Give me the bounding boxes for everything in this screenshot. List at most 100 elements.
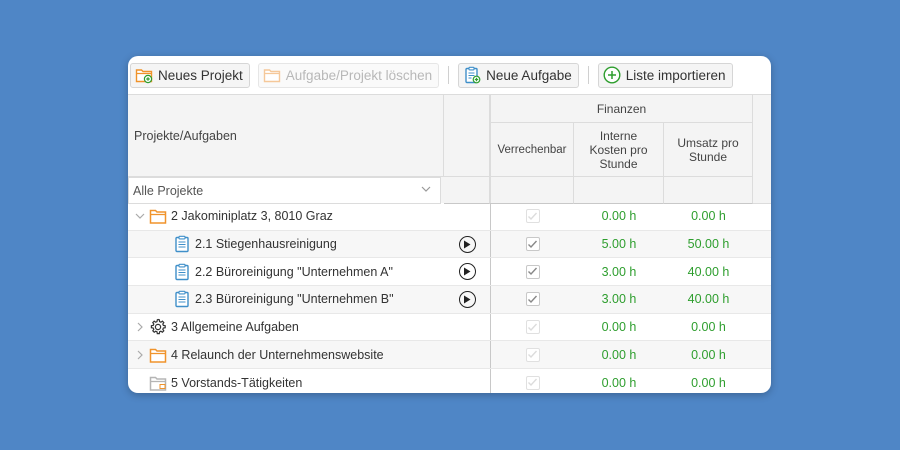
new-project-button[interactable]: Neues Projekt [130,62,250,88]
chevron-right-icon[interactable] [134,349,146,361]
clipboard-add-icon [465,66,481,84]
revenue-cell[interactable]: 50.00 h [664,231,753,258]
billable-checkbox[interactable] [525,320,540,335]
table-row[interactable]: 2.1 Stiegenhausreinigung 5.00 h 50.00 h [128,230,771,259]
table-row[interactable]: 2.3 Büroreinigung "Unternehmen B" 3.00 h… [128,286,771,314]
revenue-cell[interactable]: 40.00 h [664,258,753,285]
task-name: 2.2 Büroreinigung "Unternehmen A" [195,264,393,279]
internal-cost-cell[interactable]: 3.00 h [574,258,664,285]
table-row[interactable]: 2.2 Büroreinigung "Unternehmen A" 3.00 h… [128,258,771,287]
revenue-column-title: Umsatz pro Stunde [677,136,738,164]
projects-column-header[interactable]: Projekte/Aufgaben [128,95,444,177]
revenue-title-line1: Umsatz pro [677,135,739,150]
project-filter-select[interactable]: Alle Projekte [128,177,441,204]
internal-cost-cell[interactable]: 0.00 h [574,314,664,341]
revenue-cell[interactable]: 0.00 h [664,369,753,393]
project-filter-value: Alle Projekte [133,183,204,198]
gear-icon [150,318,166,335]
play-triangle [464,240,471,249]
billable-column-header[interactable]: Verrechenbar [491,123,574,177]
folder-add-icon [135,69,153,84]
project-list-panel: Neues Projekt Aufgabe/Projekt löschen Ne… [128,56,771,393]
task-name-cell: 2.3 Büroreinigung "Unternehmen B" [128,286,444,313]
filter-cell-revenue[interactable] [664,177,753,204]
internal-cost-title-line3: Stunde [599,156,638,171]
project-name: 2 Jakominiplatz 3, 8010 Graz [171,209,333,224]
internal-cost-title-line2: Kosten pro [589,142,648,157]
project-name: 4 Relaunch der Unternehmenswebsite [171,347,384,362]
project-name-cell: 3 Allgemeine Aufgaben [128,314,444,341]
play-cell [444,231,490,258]
new-task-button[interactable]: Neue Aufgabe [458,62,579,88]
filter-cell-billable[interactable] [491,177,574,204]
filter-cell-cost[interactable] [574,177,664,204]
billable-checkbox[interactable] [525,237,540,252]
billable-checkbox[interactable] [525,209,540,224]
finance-group-header: Finanzen [491,95,753,123]
revenue-cell[interactable]: 0.00 h [664,314,753,341]
play-triangle [464,295,471,304]
table-row[interactable]: 2 Jakominiplatz 3, 8010 Graz 0.00 h 0.00… [128,203,771,231]
finance-group-title: Finanzen [596,101,647,116]
checkmark-icon [528,295,538,303]
folder-open-icon [149,210,167,225]
plus-circle-icon [603,66,621,84]
delete-button[interactable]: Aufgabe/Projekt löschen [257,62,440,88]
billable-cell [491,203,574,230]
folder-icon [149,348,167,363]
internal-cost-cell[interactable]: 0.00 h [574,341,664,368]
play-cell [444,258,490,285]
revenue-cell[interactable]: 0.00 h [664,341,753,368]
task-name-cell: 2.1 Stiegenhausreinigung [128,231,444,258]
clipboard-icon [175,263,189,280]
projects-column-title: Projekte/Aufgaben [134,128,237,143]
table-row[interactable]: 3 Allgemeine Aufgaben 0.00 h 0.00 h [128,313,771,342]
billable-checkbox[interactable] [525,264,540,279]
internal-cost-cell[interactable]: 3.00 h [574,286,664,313]
revenue-cell[interactable]: 0.00 h [664,203,753,230]
toolbar: Neues Projekt Aufgabe/Projekt löschen Ne… [128,56,771,94]
billable-checkbox[interactable] [525,347,540,362]
task-name-cell: 2.2 Büroreinigung "Unternehmen A" [128,258,444,285]
internal-cost-column-header[interactable]: Interne Kosten pro Stunde [574,123,664,177]
table-row[interactable]: 5 Vorstands-Tätigkeiten 0.00 h 0.00 h [128,369,771,393]
checkmark-icon [528,267,538,276]
revenue-title-line2: Stunde [688,149,728,164]
import-list-label: Liste importieren [625,67,726,83]
delete-label: Aufgabe/Projekt löschen [285,67,433,83]
play-cell [444,286,490,313]
billable-checkbox[interactable] [525,292,540,307]
toolbar-separator [448,66,450,84]
billable-cell [491,369,574,393]
action-column-header [444,95,490,177]
billable-cell [491,314,574,341]
toolbar-separator [587,66,589,84]
billable-cell [491,341,574,368]
project-name-cell: 4 Relaunch der Unternehmenswebsite [128,341,444,368]
billable-column-title: Verrechenbar [497,143,567,156]
billable-cell [491,286,574,313]
play-triangle [464,267,471,276]
revenue-cell[interactable]: 40.00 h [664,286,753,313]
folder-archived-icon [149,376,167,391]
task-name: 2.3 Büroreinigung "Unternehmen B" [195,292,394,307]
internal-cost-cell[interactable]: 0.00 h [574,369,664,393]
checkmark-icon [528,350,538,359]
new-project-label: Neues Projekt [158,67,243,83]
billable-cell [491,258,574,285]
internal-cost-cell[interactable]: 5.00 h [574,231,664,258]
table-row[interactable]: 4 Relaunch der Unternehmenswebsite 0.00 … [128,341,771,370]
revenue-column-header[interactable]: Umsatz pro Stunde [664,123,753,177]
chevron-right-icon[interactable] [134,321,146,333]
billable-checkbox[interactable] [525,375,540,390]
clipboard-icon [175,235,189,253]
import-list-button[interactable]: Liste importieren [597,62,733,88]
header-filler [753,95,771,204]
play-icon[interactable] [458,263,476,281]
play-icon[interactable] [458,235,476,253]
internal-cost-cell[interactable]: 0.00 h [574,203,664,230]
play-icon[interactable] [458,290,476,308]
internal-cost-title-line1: Interne [599,128,638,143]
task-name: 2.1 Stiegenhausreinigung [195,237,337,252]
chevron-down-icon[interactable] [134,210,146,222]
